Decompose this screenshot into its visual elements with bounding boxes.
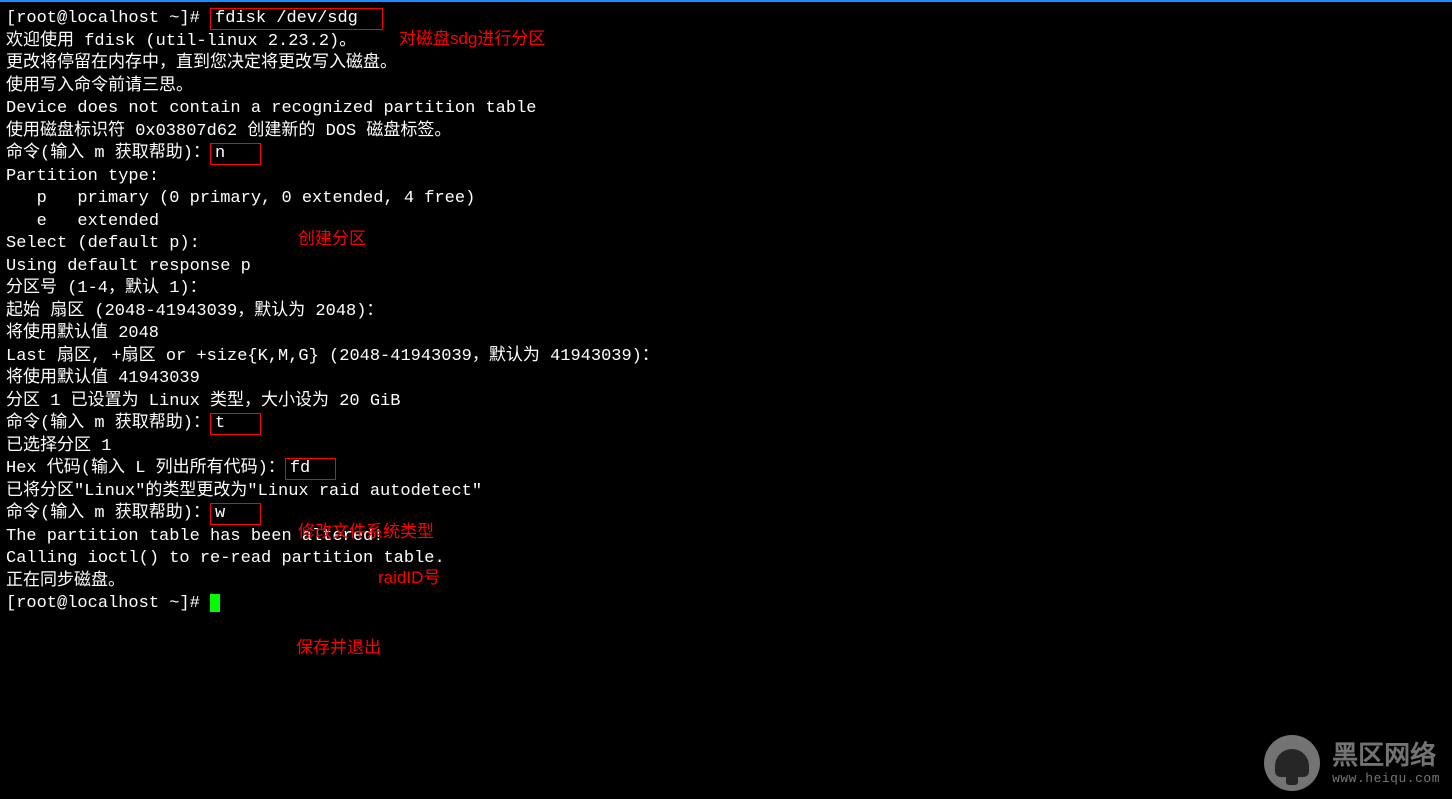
cmd-fdisk-box: fdisk /dev/sdg — [210, 8, 383, 30]
text: 已选择分区 1 — [6, 436, 1446, 459]
text: 分区 1 已设置为 Linux 类型，大小设为 20 GiB — [6, 391, 1446, 414]
prompt: 命令(输入 m 获取帮助)： — [6, 414, 210, 433]
text: The partition table has been altered! — [6, 526, 1446, 549]
annotation-n: 创建分区 — [298, 228, 366, 251]
text: Device does not contain a recognized par… — [6, 98, 1446, 121]
text: 正在同步磁盘。 — [6, 571, 1446, 594]
text: 已将分区"Linux"的类型更改为"Linux raid autodetect" — [6, 481, 1446, 504]
terminal-output[interactable]: [root@localhost ~]# fdisk /dev/sdg 欢迎使用 … — [6, 8, 1446, 616]
annotation-fd: raidID号 — [378, 567, 440, 590]
cmd-fd-box: fd — [285, 458, 336, 480]
cmd-t-box: t — [210, 413, 261, 435]
watermark: 黑区网络 www.heiqu.com — [1264, 735, 1440, 791]
text: 分区号 (1-4，默认 1)： — [6, 278, 1446, 301]
annotation-fdisk: 对磁盘sdg进行分区 — [399, 28, 545, 51]
prompt: [root@localhost ~]# — [6, 594, 210, 613]
text: 使用磁盘标识符 0x03807d62 创建新的 DOS 磁盘标签。 — [6, 121, 1446, 144]
mushroom-icon — [1264, 735, 1320, 791]
text: 起始 扇区 (2048-41943039，默认为 2048)： — [6, 301, 1446, 324]
prompt: 命令(输入 m 获取帮助)： — [6, 504, 210, 523]
cmd-n-box: n — [210, 143, 261, 165]
text: Select (default p): — [6, 233, 1446, 256]
prompt: [root@localhost ~]# — [6, 9, 210, 28]
prompt: 命令(输入 m 获取帮助)： — [6, 144, 210, 163]
text: p primary (0 primary, 0 extended, 4 free… — [6, 188, 1446, 211]
text: 欢迎使用 fdisk (util-linux 2.23.2)。 — [6, 31, 1446, 54]
text: e extended — [6, 211, 1446, 234]
text: Calling ioctl() to re-read partition tab… — [6, 548, 1446, 571]
annotation-t: 修改文件系统类型 — [298, 521, 434, 544]
hex-prompt: Hex 代码(输入 L 列出所有代码)： — [6, 459, 285, 478]
text: Partition type: — [6, 166, 1446, 189]
text: 更改将停留在内存中，直到您决定将更改写入磁盘。 — [6, 53, 1446, 76]
text: 将使用默认值 41943039 — [6, 368, 1446, 391]
watermark-title: 黑区网络 — [1332, 740, 1440, 771]
text: Using default response p — [6, 256, 1446, 279]
text: 使用写入命令前请三思。 — [6, 76, 1446, 99]
watermark-url: www.heiqu.com — [1332, 771, 1440, 787]
cursor-icon — [210, 594, 220, 612]
text: Last 扇区, +扇区 or +size{K,M,G} (2048-41943… — [6, 346, 1446, 369]
annotation-w: 保存并退出 — [296, 637, 381, 660]
text: 将使用默认值 2048 — [6, 323, 1446, 346]
cmd-w-box: w — [210, 503, 261, 525]
